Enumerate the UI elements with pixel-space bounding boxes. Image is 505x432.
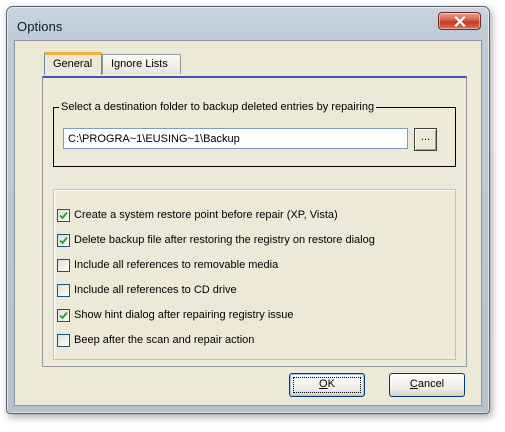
ok-label-rest: K xyxy=(327,378,335,390)
ok-button-label: OK xyxy=(319,378,335,390)
option-beep-after-scan[interactable]: Beep after the scan and repair action xyxy=(57,332,254,348)
option-label: Show hint dialog after repairing registr… xyxy=(74,309,294,321)
checkmark-icon xyxy=(59,211,68,219)
checkbox[interactable] xyxy=(57,258,70,272)
window-title: Options xyxy=(17,19,63,34)
checkbox[interactable] xyxy=(57,308,70,322)
checkbox[interactable] xyxy=(57,283,70,297)
tab-general-label: General xyxy=(53,58,93,70)
option-label: Create a system restore point before rep… xyxy=(74,209,338,221)
option-create-restore-point[interactable]: Create a system restore point before rep… xyxy=(57,207,338,223)
option-label: Beep after the scan and repair action xyxy=(74,334,255,346)
checkbox[interactable] xyxy=(57,333,70,347)
option-include-removable-media[interactable]: Include all references to removable medi… xyxy=(57,257,278,273)
cancel-mnemonic: C xyxy=(409,378,418,390)
cancel-button[interactable]: Cancel xyxy=(389,373,465,397)
options-dialog: Options General Ignore Lists Select a de… xyxy=(6,6,490,414)
checkbox[interactable] xyxy=(57,208,70,222)
option-delete-backup-file[interactable]: Delete backup file after restoring the r… xyxy=(57,232,375,248)
close-icon xyxy=(453,15,466,27)
ok-mnemonic: O xyxy=(319,378,328,390)
option-include-cd-drive[interactable]: Include all references to CD drive xyxy=(57,282,237,298)
close-button[interactable] xyxy=(438,12,481,30)
option-label: Include all references to CD drive xyxy=(74,284,237,296)
option-label: Include all references to removable medi… xyxy=(74,259,279,271)
tab-ignore-lists-label: Ignore Lists xyxy=(111,58,168,70)
checkbox[interactable] xyxy=(57,233,70,247)
option-label: Delete backup file after restoring the r… xyxy=(74,234,375,246)
browse-button[interactable]: ... xyxy=(414,128,437,151)
options-group: Create a system restore point before rep… xyxy=(53,189,456,360)
tab-ignore-lists[interactable]: Ignore Lists xyxy=(102,54,181,74)
backup-folder-group: Select a destination folder to backup de… xyxy=(53,101,456,167)
cancel-button-label: Cancel xyxy=(410,378,444,390)
ok-button[interactable]: OK xyxy=(289,373,365,397)
backup-folder-legend: Select a destination folder to backup de… xyxy=(59,101,377,113)
tab-general[interactable]: General xyxy=(44,52,102,75)
option-show-hint-dialog[interactable]: Show hint dialog after repairing registr… xyxy=(57,307,294,323)
general-tab-panel: Select a destination folder to backup de… xyxy=(42,76,467,367)
cancel-label-rest: ancel xyxy=(417,378,445,390)
checkmark-icon xyxy=(59,311,68,319)
checkmark-icon xyxy=(59,236,68,244)
backup-path-input[interactable] xyxy=(63,128,408,149)
dialog-body: General Ignore Lists Select a destinatio… xyxy=(14,40,482,406)
